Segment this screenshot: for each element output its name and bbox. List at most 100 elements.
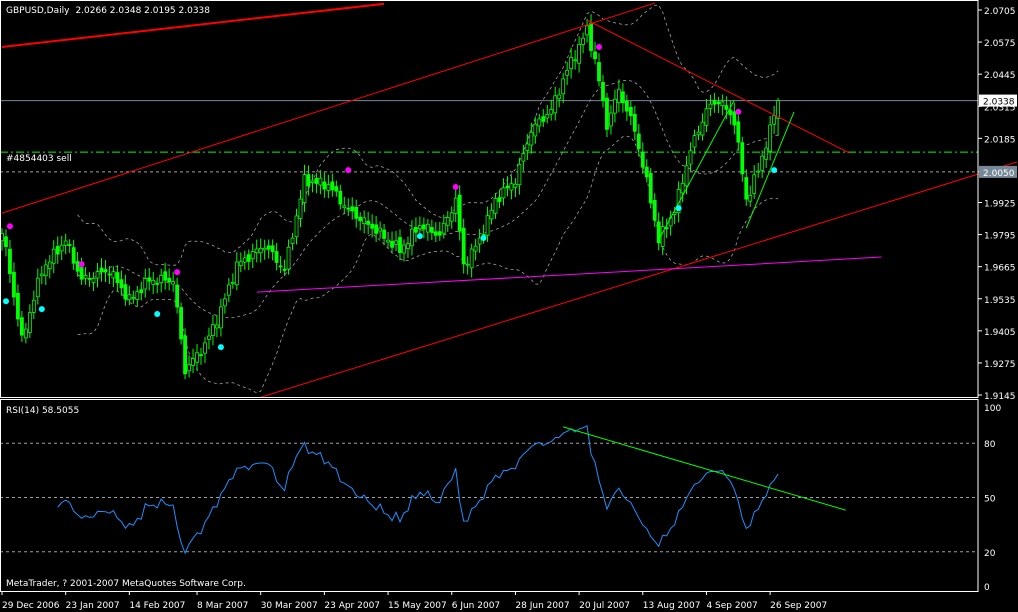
candle-body xyxy=(493,198,498,214)
candle-body xyxy=(469,248,474,269)
date-tick-label: 23 Apr 2007 xyxy=(324,601,380,611)
candle-body xyxy=(290,237,295,244)
price-tick-label: 2.0575 xyxy=(984,39,1016,49)
candle xyxy=(55,236,60,264)
candle-body xyxy=(577,43,581,64)
candle-body xyxy=(620,91,625,104)
candle xyxy=(581,32,585,54)
candle-body xyxy=(191,358,195,366)
rsi-tick-label: 80 xyxy=(984,440,996,450)
candle-body xyxy=(199,354,203,357)
candle xyxy=(712,92,717,113)
candle xyxy=(326,174,331,199)
candle xyxy=(688,142,693,172)
rsi-panel-border xyxy=(0,399,979,592)
candle xyxy=(425,219,430,241)
candle xyxy=(115,265,120,292)
candle-body xyxy=(449,212,454,222)
fractal-marker-up xyxy=(6,223,13,230)
candle-body xyxy=(624,100,629,112)
candle xyxy=(577,36,581,73)
candle xyxy=(135,286,140,307)
candle-body xyxy=(187,364,191,372)
candle xyxy=(270,239,275,261)
candle xyxy=(370,214,375,238)
candle xyxy=(513,178,518,198)
candle-body xyxy=(513,183,518,188)
candle xyxy=(111,266,116,288)
candle-body xyxy=(712,100,717,105)
candle xyxy=(437,221,442,241)
candle-body xyxy=(16,292,20,320)
candle-body xyxy=(111,271,116,279)
candle xyxy=(421,217,426,239)
candle-body xyxy=(195,352,199,363)
candle xyxy=(390,231,394,253)
candle xyxy=(318,170,323,195)
candle-body xyxy=(67,244,72,246)
candle-body xyxy=(362,217,367,224)
candle-body xyxy=(533,123,538,137)
candle-body xyxy=(565,69,570,76)
candle xyxy=(179,302,184,345)
candle-body xyxy=(437,231,442,236)
candle-body xyxy=(91,278,96,283)
candle-body xyxy=(282,268,287,271)
candle-body xyxy=(19,317,24,336)
candle-body xyxy=(75,261,80,272)
candle xyxy=(493,192,498,219)
candle-body xyxy=(660,226,665,247)
candle-body xyxy=(429,227,434,233)
candle-body xyxy=(386,239,390,243)
candle-body xyxy=(8,248,12,275)
candle xyxy=(67,239,72,253)
chart-title: GBPUSD,Daily 2.0266 2.0348 2.0195 2.0338 xyxy=(6,6,210,16)
candle-body xyxy=(692,135,697,148)
candle-body xyxy=(382,229,386,239)
candle xyxy=(473,238,478,261)
candle xyxy=(652,193,657,227)
rsi-line xyxy=(57,424,779,555)
candle xyxy=(593,42,597,65)
candle xyxy=(59,235,64,261)
candle-body xyxy=(298,198,303,219)
candle xyxy=(207,327,211,350)
candle-body xyxy=(776,100,780,119)
candle-body xyxy=(342,205,347,208)
candle-body xyxy=(183,335,187,375)
candle xyxy=(609,105,613,135)
candle-body xyxy=(545,113,550,119)
candle xyxy=(278,256,283,274)
bollinger-lower xyxy=(77,135,779,394)
rsi-panel[interactable] xyxy=(0,424,978,555)
fractal-marker-down xyxy=(416,233,423,240)
candle xyxy=(545,105,550,124)
candle-body xyxy=(211,324,215,336)
candle xyxy=(195,343,199,371)
candle-body xyxy=(406,243,410,250)
copyright: MetaTrader, ? 2001-2007 MetaQuotes Softw… xyxy=(6,579,246,589)
candle-body xyxy=(521,153,526,162)
candle-body xyxy=(103,269,108,273)
candle-body xyxy=(740,142,745,175)
candle xyxy=(23,323,28,344)
date-tick-label: 28 Jun 2007 xyxy=(515,601,569,611)
price-chart[interactable]: 2.07052.05752.04452.03152.01852.00501.99… xyxy=(0,0,1018,612)
candle xyxy=(4,229,8,257)
candle xyxy=(613,89,617,123)
candle-body xyxy=(613,98,617,114)
candle-body xyxy=(764,147,769,160)
candle-body xyxy=(71,247,76,264)
candle xyxy=(254,239,259,263)
candle-body xyxy=(238,261,243,266)
axes: 2.07052.05752.04452.03152.01852.00501.99… xyxy=(0,0,1017,611)
date-tick-label: 29 Dec 2006 xyxy=(2,601,60,611)
candle xyxy=(139,281,144,301)
candle-body xyxy=(215,324,219,329)
candle-body xyxy=(274,251,279,263)
candle xyxy=(222,293,227,314)
order-price-label: 2.0050 xyxy=(983,169,1015,179)
price-panel[interactable] xyxy=(0,2,1018,398)
candle xyxy=(159,268,164,293)
candle xyxy=(505,176,510,197)
